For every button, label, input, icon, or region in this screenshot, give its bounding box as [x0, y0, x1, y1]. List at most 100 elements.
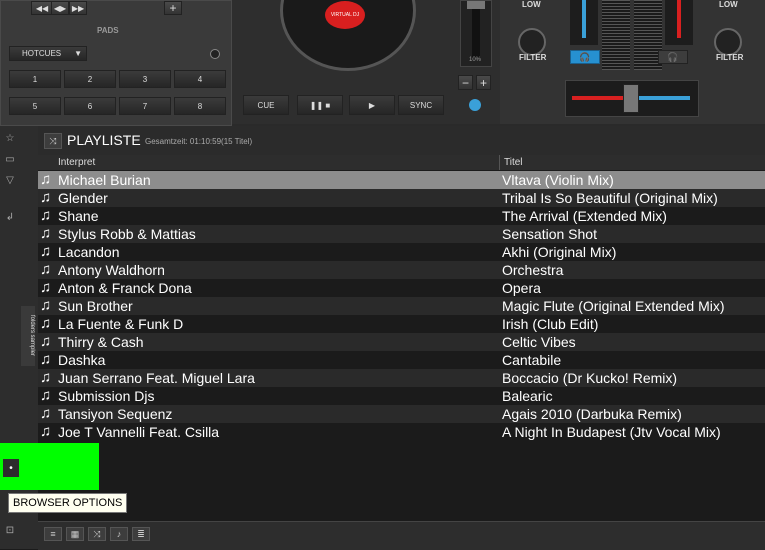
options-icon[interactable]: ⊡ [3, 523, 17, 537]
grid-icon[interactable]: ▦ [66, 527, 84, 541]
table-row[interactable]: ♫ Anton & Franck Dona Opera [38, 279, 765, 297]
sync-loop-button[interactable]: ◀▶ [51, 1, 69, 15]
table-row[interactable]: ♫ Tansiyon Sequenz Agais 2010 (Darbuka Rem… [38, 405, 765, 423]
music-note-icon: ♫ [40, 207, 52, 224]
music-note-icon: ♫ [40, 261, 52, 278]
filter-left-knob[interactable] [518, 28, 546, 56]
crossfader-handle[interactable] [623, 84, 639, 113]
artist-cell: La Fuente & Funk D [58, 316, 184, 332]
table-row[interactable]: ♫ Thirry & Cash Celtic Vibes [38, 333, 765, 351]
title-cell: Boccacio (Dr Kucko! Remix) [502, 370, 678, 386]
volume-right-slider[interactable] [665, 0, 693, 45]
artist-cell: Juan Serrano Feat. Miguel Lara [58, 370, 255, 386]
artist-cell: Thirry & Cash [58, 334, 144, 350]
pad-7[interactable]: 7 [119, 97, 171, 115]
filter-icon[interactable]: ▽ [3, 173, 17, 187]
pad-8[interactable]: 8 [174, 97, 226, 115]
crossfader-right-fill [634, 96, 690, 100]
title-cell: Magic Flute (Original Extended Mix) [502, 298, 725, 314]
artist-cell: Submission Djs [58, 388, 155, 404]
mic-icon[interactable]: ♪ [110, 527, 128, 541]
pitch-handle[interactable] [467, 1, 485, 9]
title-cell: Balearic [502, 388, 553, 404]
artist-cell: Anton & Franck Dona [58, 280, 192, 296]
low-right-label: LOW [719, 0, 738, 9]
playlist-header: ⤨ PLAYLISTE Gesamtzeit: 01:10:59(15 Tite… [38, 126, 765, 155]
table-row[interactable]: ♫ Sun Brother Magic Flute (Original Extend… [38, 297, 765, 315]
pad-5[interactable]: 5 [9, 97, 61, 115]
headphone-right-icon[interactable]: 🎧 [658, 50, 688, 64]
artist-cell: Michael Burian [58, 172, 151, 188]
browser-options-button[interactable]: • [3, 459, 19, 477]
add-icon[interactable]: + [164, 1, 182, 15]
artist-cell: Lacandon [58, 244, 120, 260]
filter-left-label: FILTER [519, 53, 547, 62]
pitch-plus-button[interactable]: + [476, 75, 491, 90]
star-icon[interactable]: ☆ [3, 131, 17, 145]
music-note-icon: ♫ [40, 225, 52, 242]
pad-2[interactable]: 2 [64, 70, 116, 88]
volume-left-slider[interactable] [570, 0, 598, 45]
column-header-artist[interactable]: Interpret [38, 155, 500, 170]
side-tab-folders-sampler[interactable]: folders sampler [21, 306, 35, 366]
shuffle-icon[interactable]: ⤨ [88, 527, 106, 541]
pad-6[interactable]: 6 [64, 97, 116, 115]
table-row[interactable]: ♫ Glender Tribal Is So Beautiful (Original… [38, 189, 765, 207]
pad-1[interactable]: 1 [9, 70, 61, 88]
title-cell: Irish (Club Edit) [502, 316, 599, 332]
back-icon[interactable]: ↲ [3, 210, 17, 224]
table-row[interactable]: ♫ Joe T Vannelli Feat. Csilla A Night In B… [38, 423, 765, 441]
music-note-icon: ♫ [40, 333, 52, 350]
pad-3[interactable]: 3 [119, 70, 171, 88]
cue-button[interactable]: CUE [243, 95, 289, 115]
platter-panel: VIRTUAL DJ CUE ❚❚ ■ ▶ SYNC 10% − + [232, 0, 500, 124]
list-icon[interactable]: ≡ [44, 527, 62, 541]
folder-icon[interactable]: ▭ [3, 152, 17, 166]
tooltip: BROWSER OPTIONS [8, 493, 128, 513]
play-pause-button[interactable]: ❚❚ ■ [297, 95, 343, 115]
table-row[interactable]: ♫ Lacandon Akhi (Original Mix) [38, 243, 765, 261]
low-left-label: LOW [522, 0, 541, 9]
pitch-value: 10% [469, 57, 482, 63]
hotcues-select[interactable]: HOTCUES ▼ [9, 46, 87, 61]
headphone-left-icon[interactable]: 🎧 [570, 50, 600, 64]
column-header-title[interactable]: Titel [500, 155, 765, 170]
music-note-icon: ♫ [40, 405, 52, 422]
table-row[interactable]: ♫ Submission Djs Balearic [38, 387, 765, 405]
platter-logo: VIRTUAL DJ [325, 1, 365, 29]
music-note-icon: ♫ [40, 315, 52, 332]
queue-icon[interactable]: ≣ [132, 527, 150, 541]
playlist-title: PLAYLISTE [67, 132, 141, 148]
filter-right-knob[interactable] [714, 28, 742, 56]
sync-button[interactable]: SYNC [398, 95, 444, 115]
table-row[interactable]: ♫ Shane The Arrival (Extended Mix) [38, 207, 765, 225]
jog-wheel[interactable]: VIRTUAL DJ [280, 0, 416, 71]
forward-button[interactable]: ▶▶ [69, 1, 87, 15]
playlist-summary: Gesamtzeit: 01:10:59(15 Titel) [145, 137, 253, 146]
title-cell: Cantabile [502, 352, 562, 368]
table-row[interactable]: ♫ Stylus Robb & Mattias Sensation Shot [38, 225, 765, 243]
pads-label: PADS [97, 26, 119, 35]
play-button[interactable]: ▶ [349, 95, 395, 115]
rewind-button[interactable]: ◀◀ [31, 1, 53, 15]
volume-left-fill [582, 0, 586, 38]
title-cell: Sensation Shot [502, 226, 597, 242]
title-cell: Agais 2010 (Darbuka Remix) [502, 406, 682, 422]
crossfader[interactable] [565, 80, 699, 117]
volume-right-fill [677, 0, 681, 38]
pitch-minus-button[interactable]: − [458, 75, 473, 90]
playlist-rows: ♫ Michael Burian Vltava (Violin Mix) ♫ Glend… [38, 171, 765, 521]
vinyl-icon[interactable] [469, 99, 481, 111]
shuffle-icon[interactable]: ⤨ [44, 133, 62, 149]
mixer-panel: LOW LOW FILTER FILTER 🎧 🎧 [500, 0, 765, 124]
table-row[interactable]: ♫ Dashka Cantabile [38, 351, 765, 369]
table-row[interactable]: ♫ Juan Serrano Feat. Miguel Lara Boccacio … [38, 369, 765, 387]
filter-right-label: FILTER [716, 53, 744, 62]
table-row[interactable]: ♫ Michael Burian Vltava (Violin Mix) [38, 171, 765, 189]
table-row[interactable]: ♫ Antony Waldhorn Orchestra [38, 261, 765, 279]
artist-cell: Sun Brother [58, 298, 133, 314]
pitch-slider[interactable]: 10% [460, 0, 492, 67]
music-note-icon: ♫ [40, 369, 52, 386]
pad-4[interactable]: 4 [174, 70, 226, 88]
table-row[interactable]: ♫ La Fuente & Funk D Irish (Club Edit) [38, 315, 765, 333]
